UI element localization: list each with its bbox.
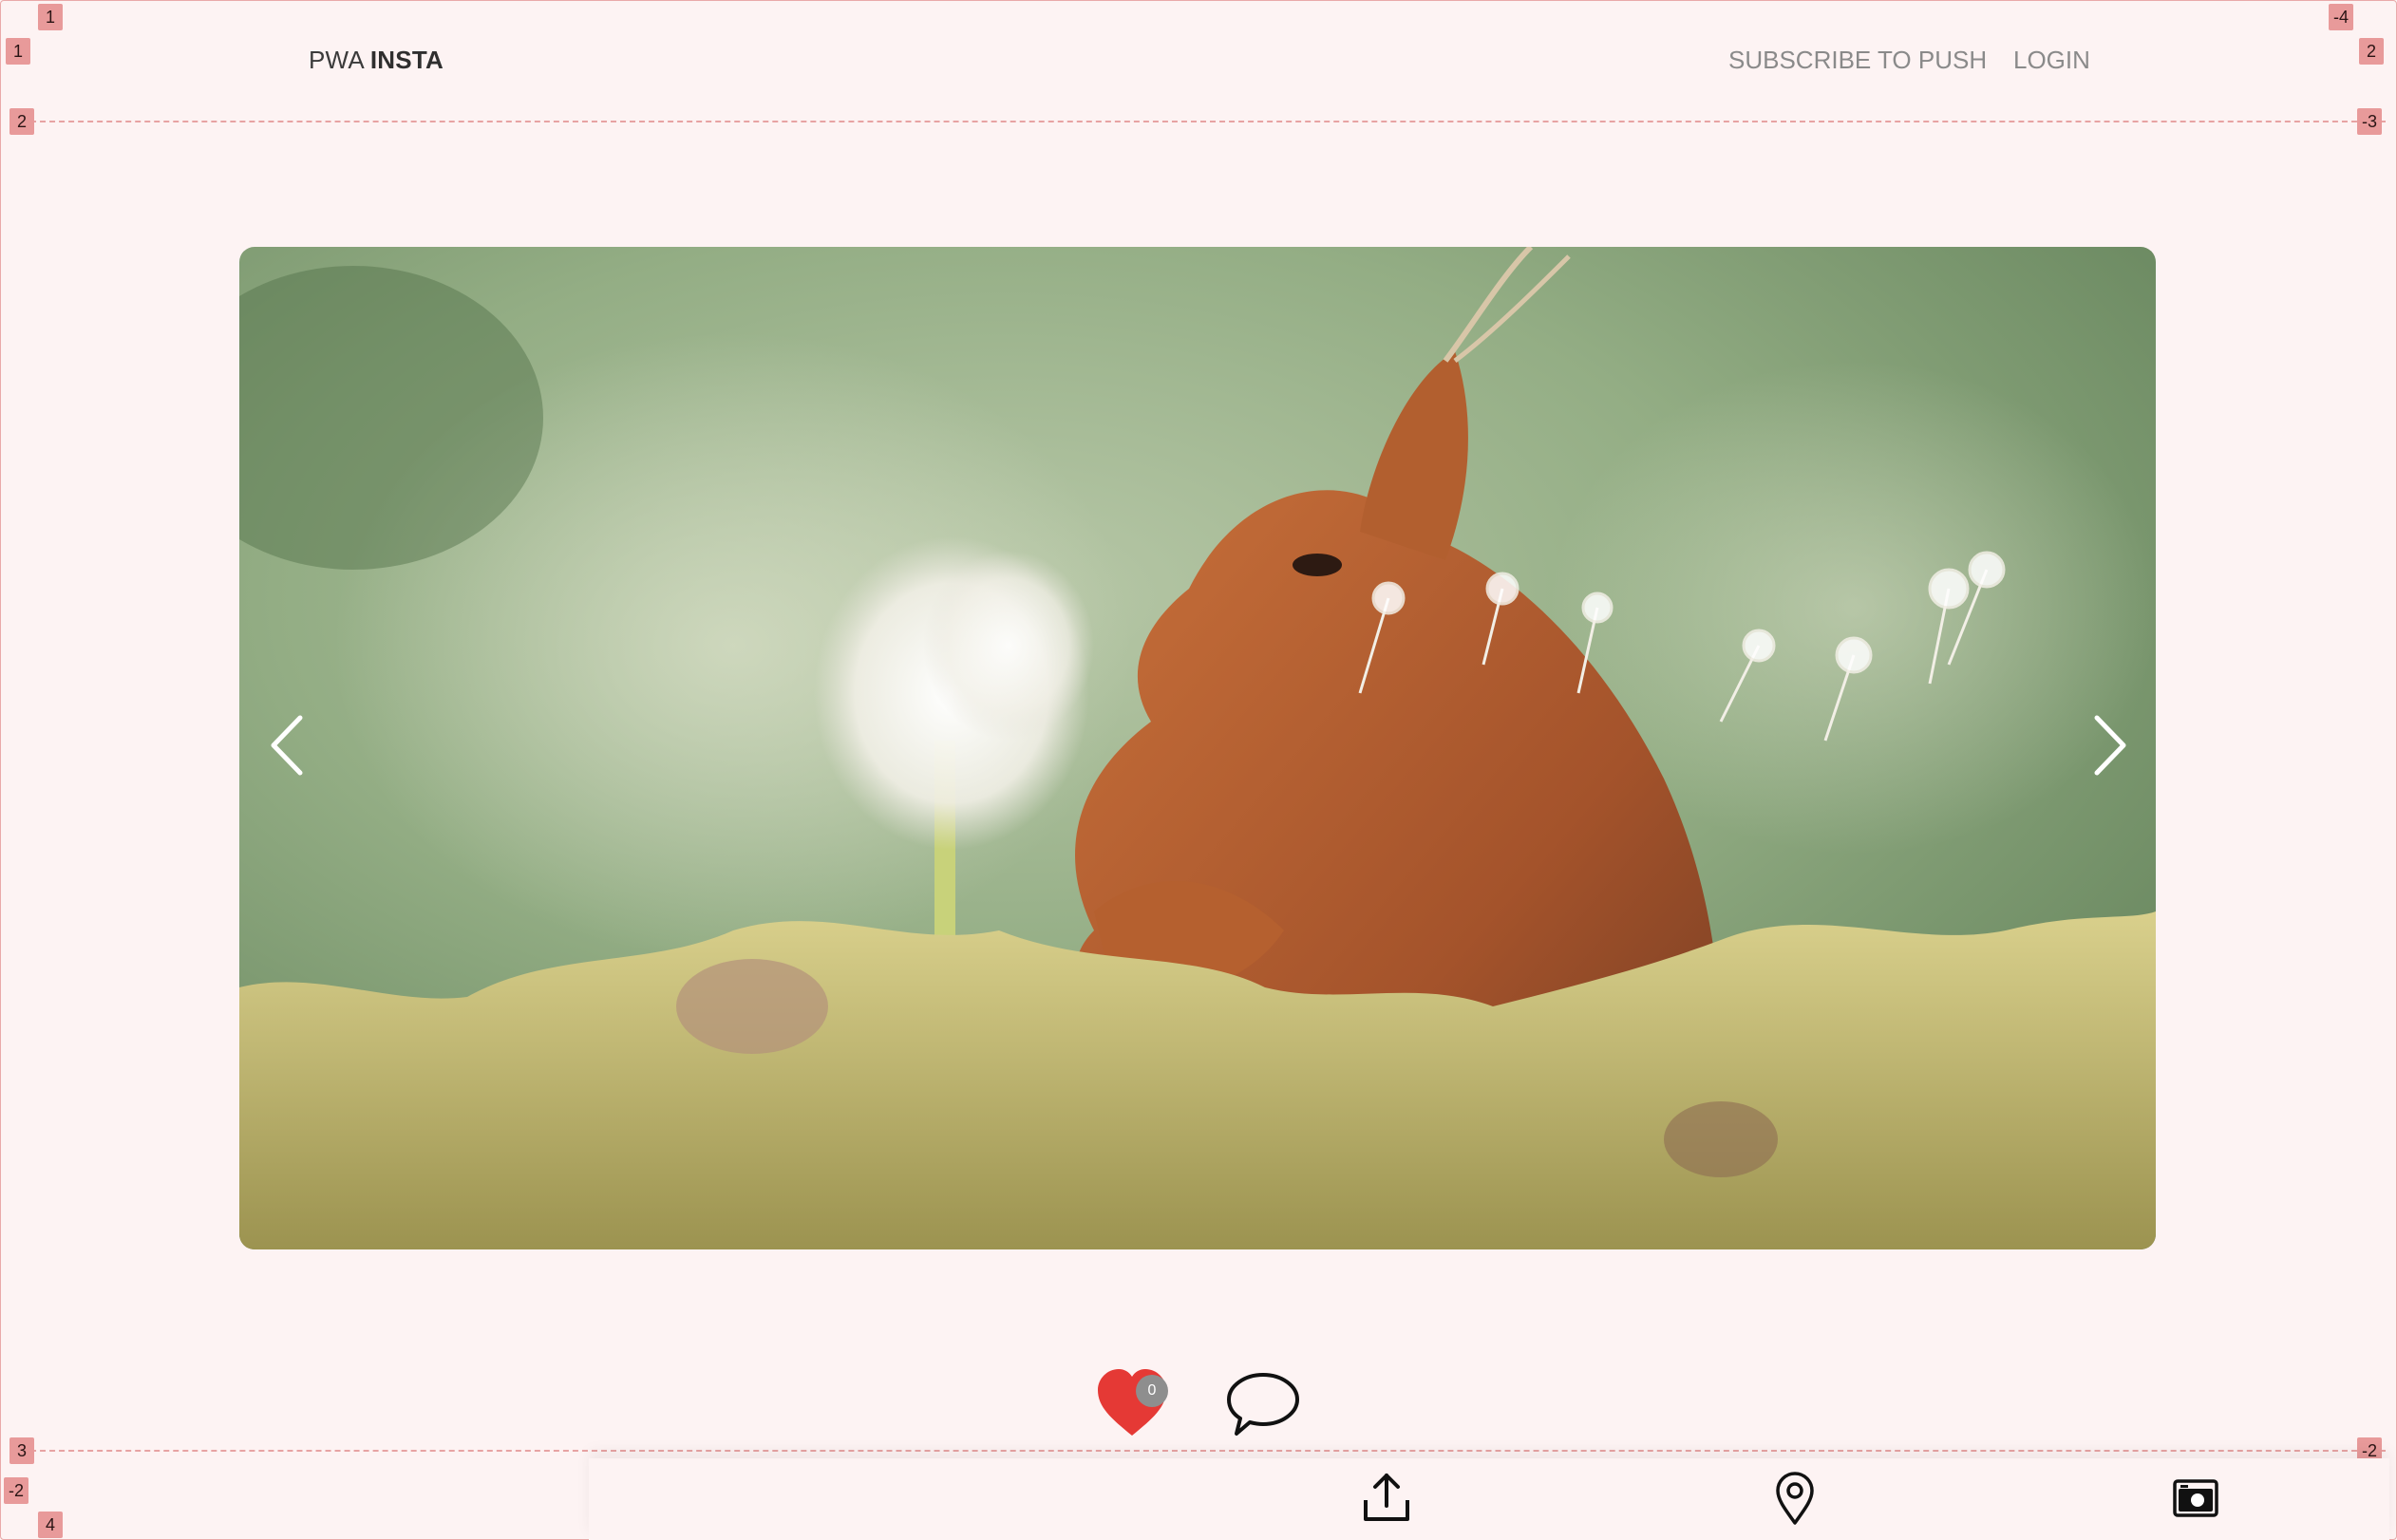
map-pin-icon (1776, 1472, 1814, 1525)
guide-marker: -3 (2357, 108, 2382, 135)
guide-marker: 2 (9, 108, 34, 135)
chevron-left-icon (271, 715, 303, 776)
brand-light-text: PWA (309, 46, 364, 74)
comment-button[interactable] (1225, 1365, 1301, 1451)
app-brand[interactable]: PWA INSTA (309, 46, 444, 75)
guide-marker: 1 (6, 38, 30, 65)
bottom-toolbar (589, 1458, 2389, 1540)
like-count-badge: 0 (1136, 1375, 1168, 1407)
location-button[interactable] (1766, 1470, 1823, 1527)
carousel-next-button[interactable] (2082, 703, 2139, 788)
upload-button[interactable] (1358, 1470, 1415, 1527)
carousel-prev-button[interactable] (258, 703, 315, 788)
subscribe-push-link[interactable]: SUBSCRIBE TO PUSH (1728, 46, 1987, 75)
bottom-guide-line (11, 1450, 2386, 1452)
camera-icon (2173, 1479, 2218, 1517)
upload-icon (1364, 1474, 1409, 1521)
guide-marker: -4 (2329, 4, 2353, 30)
photo-carousel (239, 247, 2156, 1249)
guide-marker: -2 (4, 1477, 28, 1504)
guide-marker: 2 (2359, 38, 2384, 65)
brand-bold-text: INSTA (369, 46, 444, 74)
post-photo (239, 247, 2156, 1249)
camera-button[interactable] (2167, 1470, 2224, 1527)
guide-marker: 3 (9, 1437, 34, 1464)
guide-marker: 1 (38, 4, 63, 30)
chevron-right-icon (2094, 715, 2126, 776)
top-guide-line (11, 121, 2386, 122)
login-link[interactable]: LOGIN (2013, 46, 2090, 75)
speech-bubble-icon (1227, 1373, 1299, 1436)
guide-marker: 4 (38, 1512, 63, 1538)
